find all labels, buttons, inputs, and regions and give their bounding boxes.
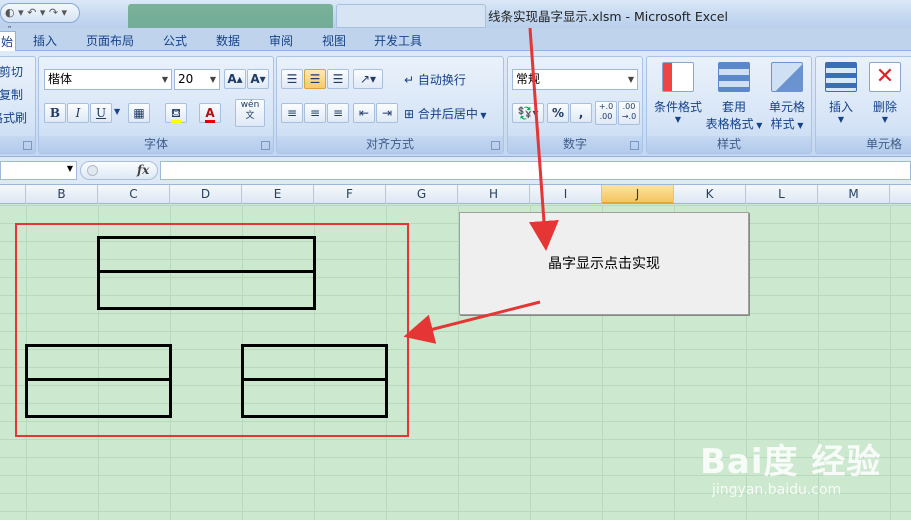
watermark-url: jingyan.baidu.com	[712, 482, 842, 498]
watermark-logo: Bai度 经验	[700, 442, 882, 482]
arrow-title-to-button	[528, 27, 559, 251]
arrow-button-to-frame	[403, 300, 541, 344]
baidu-jingyan-watermark: Bai度 经验 jingyan.baidu.com	[700, 420, 900, 515]
